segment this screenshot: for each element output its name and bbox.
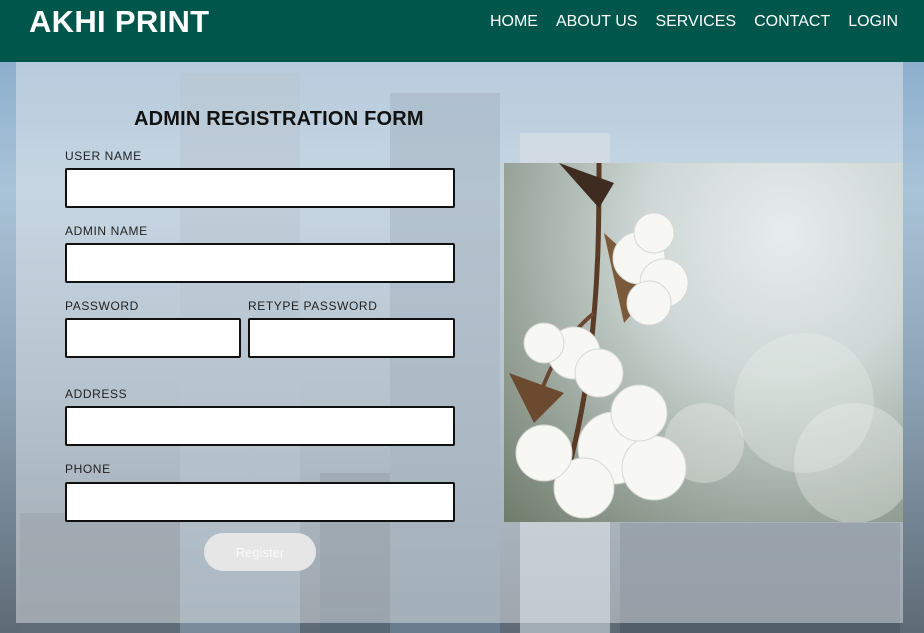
admin-name-input[interactable] — [65, 243, 455, 283]
admin-name-label: ADMIN NAME — [65, 224, 148, 238]
nav-home[interactable]: HOME — [490, 13, 538, 31]
cotton-plant-image — [504, 163, 903, 522]
nav-services[interactable]: SERVICES — [655, 13, 736, 31]
brand-logo[interactable]: AKHI PRINT — [29, 4, 209, 40]
form-title: ADMIN REGISTRATION FORM — [134, 108, 424, 130]
user-name-label: USER NAME — [65, 149, 142, 163]
retype-password-label: RETYPE PASSWORD — [248, 299, 378, 313]
retype-password-input[interactable] — [248, 318, 455, 358]
address-input[interactable] — [65, 406, 455, 446]
password-input[interactable] — [65, 318, 241, 358]
address-label: ADDRESS — [65, 387, 128, 401]
user-name-input[interactable] — [65, 168, 455, 208]
nav-login[interactable]: LOGIN — [848, 13, 898, 31]
register-button[interactable]: Register — [204, 533, 316, 571]
phone-label: PHONE — [65, 462, 111, 476]
cotton-plant-illustration — [509, 163, 903, 522]
nav-contact[interactable]: CONTACT — [754, 13, 830, 31]
password-label: PASSWORD — [65, 299, 139, 313]
nav-about-us[interactable]: ABOUT US — [556, 13, 638, 31]
top-navigation-bar: AKHI PRINT HOME ABOUT US SERVICES CONTAC… — [0, 0, 924, 62]
phone-input[interactable] — [65, 482, 455, 522]
main-nav: HOME ABOUT US SERVICES CONTACT LOGIN — [490, 13, 898, 31]
